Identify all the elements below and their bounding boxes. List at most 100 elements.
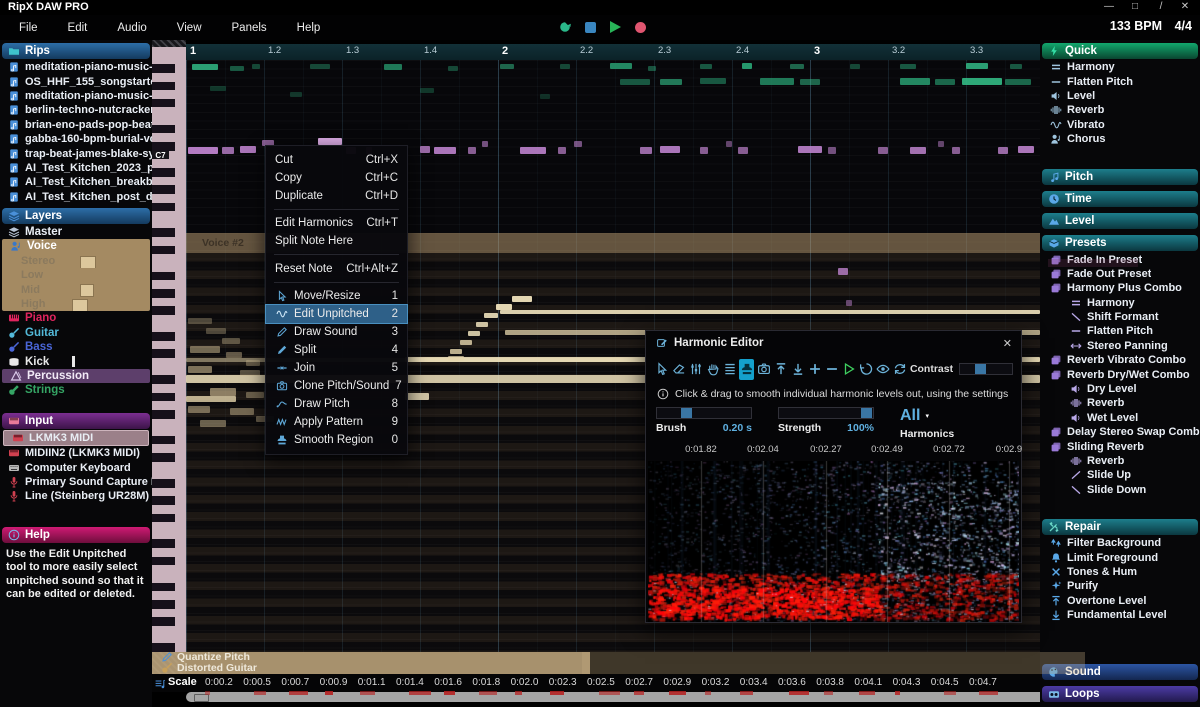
rip-item[interactable]: trap-beat-james-blake-sy...: [0, 146, 152, 160]
unpitched-note[interactable]: [192, 64, 218, 70]
black-key[interactable]: [152, 168, 186, 177]
brush-slider[interactable]: [656, 407, 752, 419]
repair-header[interactable]: Repair: [1042, 519, 1198, 535]
menu-item-clone-pitch-sound[interactable]: Clone Pitch/Sound7: [266, 377, 407, 395]
layer-piano[interactable]: Piano: [0, 311, 152, 325]
tool-downbar-icon[interactable]: [791, 359, 806, 380]
ruler-tick[interactable]: 1.2: [268, 45, 281, 56]
strength-slider[interactable]: [778, 407, 874, 419]
pitched-note[interactable]: [468, 147, 476, 154]
voice-sub-stereo[interactable]: Stereo: [2, 254, 150, 268]
layers-header[interactable]: Layers: [2, 208, 150, 224]
repair-filter-background[interactable]: Filter Background: [1040, 536, 1200, 550]
tool-camera-icon[interactable]: [756, 359, 771, 380]
black-key[interactable]: [152, 289, 186, 298]
menu-item-move-resize[interactable]: Move/Resize1: [266, 287, 407, 305]
unpitched-note[interactable]: [900, 78, 930, 85]
ruler-tick[interactable]: 1.3: [346, 45, 359, 56]
voice-note[interactable]: [246, 360, 260, 366]
voice-note[interactable]: [484, 313, 498, 318]
preset-slide-up[interactable]: Slide Up: [1040, 468, 1200, 482]
tool-sliders-icon[interactable]: [688, 359, 703, 380]
quick-reverb[interactable]: Reverb: [1040, 103, 1200, 117]
kick-slider[interactable]: [72, 356, 75, 367]
time-header[interactable]: Time: [1042, 191, 1198, 207]
ruler-tick[interactable]: 1.4: [424, 45, 437, 56]
pitched-note[interactable]: [998, 147, 1008, 154]
tool-eye-icon[interactable]: [876, 359, 891, 380]
unpitched-note[interactable]: [660, 79, 682, 85]
voice-note[interactable]: [246, 392, 264, 398]
voice-note[interactable]: [190, 346, 220, 353]
rip-item[interactable]: AI_Test_Kitchen_breakbea...: [0, 175, 152, 189]
voice-note[interactable]: [460, 340, 472, 345]
tool-plus-icon[interactable]: [808, 359, 823, 380]
pitched-note[interactable]: [640, 147, 652, 154]
rip-item[interactable]: berlin-techno-nutcracker-...: [0, 103, 152, 117]
black-key[interactable]: [152, 393, 186, 402]
tool-upbar-icon[interactable]: [773, 359, 788, 380]
unpitched-note[interactable]: [560, 64, 570, 69]
unpitched-note[interactable]: [230, 66, 244, 71]
pitched-note[interactable]: [952, 147, 960, 154]
voice-sub-low[interactable]: Low: [2, 268, 150, 282]
pitched-note[interactable]: [798, 146, 822, 153]
rip-item[interactable]: meditation-piano-music-...: [0, 89, 152, 103]
ruler-tick[interactable]: 3.3: [970, 45, 983, 56]
voice-note[interactable]: [476, 322, 488, 327]
black-key[interactable]: [152, 583, 186, 592]
preset-flatten-pitch[interactable]: Flatten Pitch: [1040, 324, 1200, 338]
menu-item-cut[interactable]: CutCtrl+X: [266, 151, 407, 169]
unpitched-note[interactable]: [540, 94, 550, 99]
voice-note[interactable]: [188, 366, 212, 373]
menu-audio[interactable]: Audio: [102, 15, 161, 40]
unpitched-note[interactable]: [610, 63, 632, 69]
voice-note[interactable]: [188, 406, 210, 413]
minimize-button[interactable]: —: [1100, 0, 1118, 14]
menu-help[interactable]: Help: [282, 15, 336, 40]
voice-sub-slider[interactable]: [80, 256, 96, 268]
overlay-row-quantize-pitch[interactable]: Quantize Pitch: [152, 652, 590, 663]
unpitched-note[interactable]: [700, 78, 726, 84]
rip-item[interactable]: OS_HHF_155_songstarter...: [0, 74, 152, 88]
black-key[interactable]: [152, 125, 186, 134]
tool-refresh-icon[interactable]: [893, 359, 908, 380]
preset-wet-level[interactable]: Wet Level: [1040, 411, 1200, 425]
tool-cursor-icon[interactable]: [654, 359, 669, 380]
rips-header[interactable]: Rips: [2, 43, 150, 59]
menu-item-edit-harmonics[interactable]: Edit HarmonicsCtrl+T: [266, 214, 407, 232]
help-header[interactable]: Help: [2, 527, 150, 543]
black-key[interactable]: [152, 99, 186, 108]
unpitched-note[interactable]: [962, 78, 1002, 85]
scrollbar-handle[interactable]: [194, 694, 209, 702]
black-key[interactable]: [152, 600, 186, 609]
pitched-note[interactable]: [660, 146, 680, 153]
voice-note[interactable]: [405, 393, 429, 400]
menu-item-edit-unpitched[interactable]: Edit Unpitched2: [266, 305, 407, 323]
voice-note[interactable]: [240, 370, 260, 376]
tool-minus-icon[interactable]: [825, 359, 840, 380]
pitched-note[interactable]: [1018, 146, 1034, 153]
ruler-tick[interactable]: 2: [502, 45, 508, 57]
menu-edit[interactable]: Edit: [53, 15, 103, 40]
voice-note[interactable]: [200, 420, 226, 427]
quick-harmony[interactable]: Harmony: [1040, 60, 1200, 74]
voice-note[interactable]: [210, 388, 236, 396]
pitch-header[interactable]: Pitch: [1042, 169, 1198, 185]
harmonics-select[interactable]: All: [900, 407, 920, 425]
quick-flatten-pitch[interactable]: Flatten Pitch: [1040, 74, 1200, 88]
unpitched-note[interactable]: [850, 64, 860, 69]
play-button[interactable]: [610, 21, 621, 33]
rip-item[interactable]: meditation-piano-music-...: [0, 60, 152, 74]
loops-header[interactable]: Loops: [1042, 686, 1198, 702]
menu-item-split-note-here[interactable]: Split Note Here: [266, 232, 407, 250]
voice-sub-slider[interactable]: [72, 299, 88, 311]
voice-note[interactable]: [496, 304, 512, 310]
menu-item-reset-note[interactable]: Reset NoteCtrl+Alt+Z: [266, 259, 407, 277]
unpitched-note[interactable]: [760, 78, 794, 85]
overlay-row-distorted-guitar[interactable]: Distorted Guitar: [152, 663, 590, 674]
pitched-note[interactable]: [520, 147, 546, 154]
unpitched-note[interactable]: [900, 64, 916, 69]
repair-overtone-level[interactable]: Overtone Level: [1040, 594, 1200, 608]
pitched-note[interactable]: [188, 147, 218, 154]
